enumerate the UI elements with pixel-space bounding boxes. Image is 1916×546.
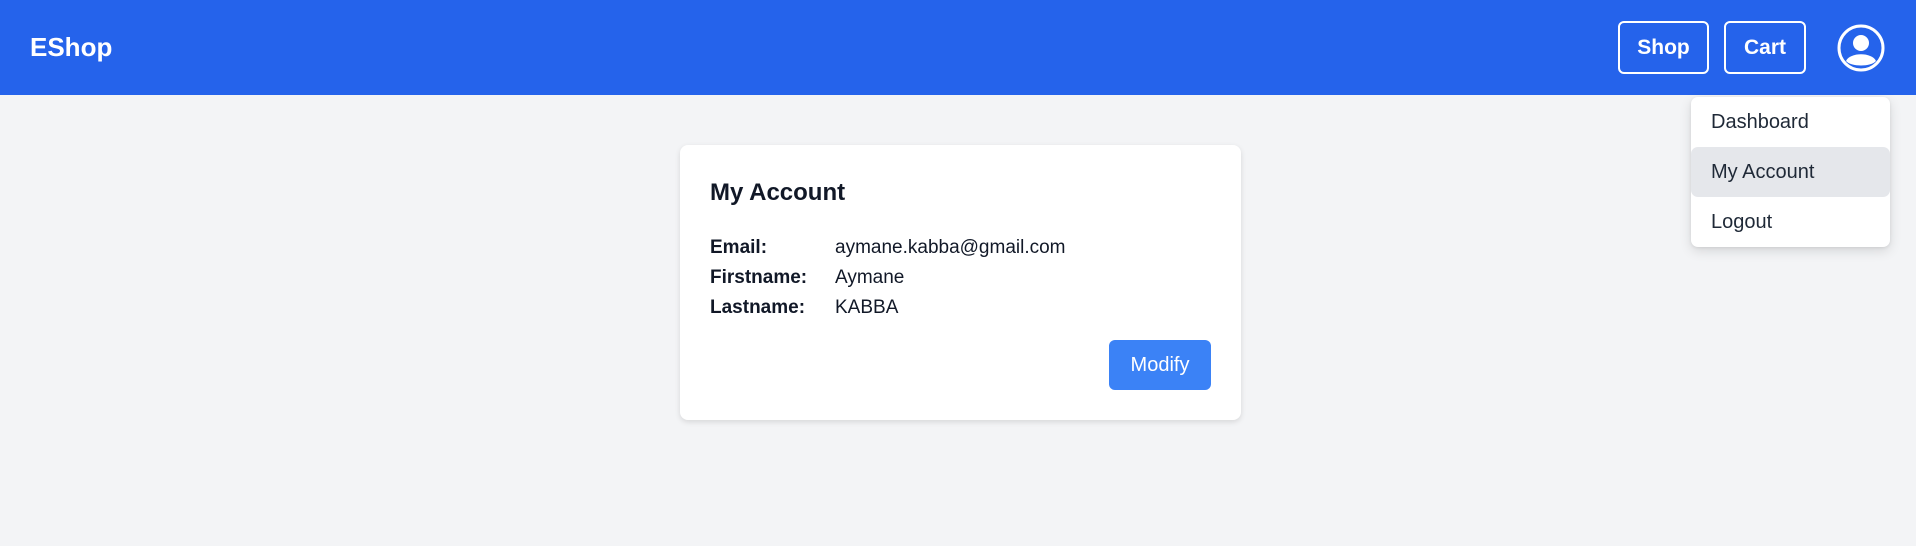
menu-item-logout[interactable]: Logout: [1691, 197, 1890, 247]
account-title: My Account: [710, 179, 846, 206]
user-dropdown-menu: Dashboard My Account Logout: [1691, 97, 1890, 247]
lastname-value: KABBA: [835, 297, 899, 318]
user-circle-icon[interactable]: [1836, 23, 1886, 73]
brand-logo[interactable]: EShop: [30, 32, 112, 63]
firstname-row: Firstname: Aymane: [710, 263, 1211, 293]
lastname-label: Lastname:: [710, 297, 806, 318]
email-label: Email:: [710, 237, 768, 258]
menu-item-dashboard[interactable]: Dashboard: [1691, 97, 1890, 147]
cart-button[interactable]: Cart: [1724, 21, 1806, 74]
lastname-row: Lastname: KABBA: [710, 293, 1211, 323]
top-navbar: EShop Shop Cart: [0, 0, 1916, 95]
menu-item-my-account[interactable]: My Account: [1691, 147, 1890, 197]
email-row: Email: aymane.kabba@gmail.com: [710, 233, 1211, 263]
modify-button[interactable]: Modify: [1109, 340, 1211, 390]
firstname-value: Aymane: [835, 267, 905, 288]
shop-button[interactable]: Shop: [1618, 21, 1709, 74]
firstname-label: Firstname:: [710, 267, 808, 288]
email-value: aymane.kabba@gmail.com: [835, 237, 1066, 258]
account-card: My Account Email: aymane.kabba@gmail.com…: [680, 145, 1241, 420]
nav-actions: Shop Cart: [1618, 21, 1886, 74]
